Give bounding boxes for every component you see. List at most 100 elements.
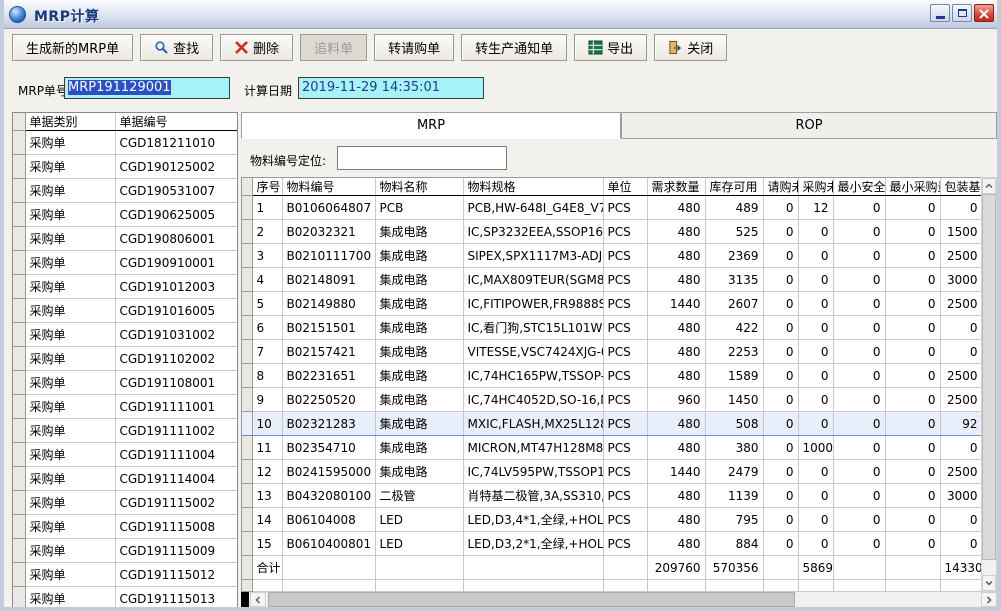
material-row[interactable]: 6B02151501集成电路IC,看门狗,STC15L101WPCS480422… [242, 316, 981, 340]
document-row[interactable]: 采购单CGD191016005 [13, 299, 238, 323]
mrp-col-header[interactable]: 物料名称 [375, 178, 463, 196]
mrp-cell: 0 [833, 412, 885, 436]
doc-no-header[interactable]: 单据编号 [115, 113, 238, 131]
maximize-button[interactable] [952, 4, 972, 22]
mrp-cell: B0106064807 [282, 196, 375, 220]
material-row[interactable]: 7B02157421集成电路VITESSE,VSC7424XJG-02,PCS4… [242, 340, 981, 364]
mrp-col-header[interactable]: 需求数量 [647, 178, 705, 196]
document-grid-body: 采购单CGD181211010采购单CGD190125002采购单CGD1905… [13, 131, 238, 609]
mrp-cell: 480 [647, 412, 705, 436]
mrp-cell: 489 [705, 196, 763, 220]
mrp-cell: B02157421 [282, 340, 375, 364]
find-button[interactable]: 查找 [140, 34, 213, 61]
material-row[interactable]: 2B02032321集成电路IC,SP3232EEA,SSOP16,3.(PCS… [242, 220, 981, 244]
mrp-cell: 508 [705, 412, 763, 436]
scroll-up-button[interactable] [982, 178, 996, 194]
mrp-cell: 0 [833, 460, 885, 484]
row-indicator [242, 484, 252, 508]
document-row[interactable]: 采购单CGD190910001 [13, 251, 238, 275]
mrp-col-header[interactable]: 序号 [252, 178, 282, 196]
mrp-col-header[interactable]: 请购未到 [763, 178, 798, 196]
mrp-no-input[interactable]: MRP191129001 [64, 77, 230, 99]
mrp-col-header[interactable]: 单位 [603, 178, 647, 196]
row-indicator-header [13, 113, 25, 131]
material-row[interactable]: 5B02149880集成电路IC,FITIPOWER,FR9888SP(PCS1… [242, 292, 981, 316]
vertical-scrollbar[interactable] [981, 177, 997, 592]
create-new-mrp-button[interactable]: 生成新的MRP单 [12, 34, 133, 61]
tab-rop[interactable]: ROP [621, 112, 997, 139]
document-row[interactable]: 采购单CGD191031002 [13, 323, 238, 347]
mrp-cell: 0 [798, 412, 833, 436]
material-row[interactable]: 13B0432080100二极管肖特基二极管,3A,SS310,SMPCS480… [242, 484, 981, 508]
close-button[interactable]: 关闭 [654, 34, 727, 61]
doc-type-cell: 采购单 [25, 251, 115, 275]
document-list-panel: 单据类别 单据编号 采购单CGD181211010采购单CGD190125002… [12, 112, 238, 608]
mrp-cell: 3000 [940, 268, 981, 292]
document-row[interactable]: 采购单CGD191111004 [13, 443, 238, 467]
minimize-button[interactable] [930, 4, 950, 22]
total-row[interactable]: 合计209760570356586914330 [242, 556, 981, 580]
material-row[interactable]: 11B02354710集成电路MICRON,MT47H128M8CF-PCS48… [242, 436, 981, 460]
document-row[interactable]: 采购单CGD191102002 [13, 347, 238, 371]
document-row[interactable]: 采购单CGD190806001 [13, 227, 238, 251]
mrp-col-header[interactable]: 最小采购量 [885, 178, 940, 196]
document-row[interactable]: 采购单CGD191115002 [13, 491, 238, 515]
calc-date-input[interactable]: 2019-11-29 14:35:01 [298, 77, 484, 99]
mrp-cell: 795 [705, 508, 763, 532]
document-row[interactable]: 采购单CGD191108001 [13, 371, 238, 395]
material-row[interactable]: 4B02148091集成电路IC,MAX809TEUR(SGM809-PCS48… [242, 268, 981, 292]
mrp-col-header[interactable]: 采购未到 [798, 178, 833, 196]
chase-material-button[interactable]: 追料单 [300, 34, 367, 61]
to-purchase-request-button[interactable]: 转请购单 [374, 34, 454, 61]
document-row[interactable]: 采购单CGD191111002 [13, 419, 238, 443]
export-button[interactable]: 导出 [574, 34, 647, 61]
material-row[interactable]: 8B02231651集成电路IC,74HC165PW,TSSOP-16PCS48… [242, 364, 981, 388]
document-row[interactable]: 采购单CGD191115012 [13, 563, 238, 587]
mrp-cell: 2500 [940, 292, 981, 316]
document-row[interactable]: 采购单CGD190625005 [13, 203, 238, 227]
mrp-cell: 0 [763, 412, 798, 436]
material-row[interactable]: 3B0210111700集成电路SIPEX,SPX1117M3-ADJ,80PC… [242, 244, 981, 268]
mrp-col-header[interactable]: 最小安全 [833, 178, 885, 196]
document-row[interactable]: 采购单CGD191115009 [13, 539, 238, 563]
tab-mrp[interactable]: MRP [241, 112, 621, 139]
mrp-cell: 5 [252, 292, 282, 316]
empty-row[interactable] [242, 580, 981, 592]
mrp-cell: 15 [252, 532, 282, 556]
material-row[interactable]: 9B02250520集成电路IC,74HC4052D,SO-16,NXFPCS9… [242, 388, 981, 412]
material-row[interactable]: 14B06104008LEDLED,D3,4*1,全绿,+HOLD,DPCS48… [242, 508, 981, 532]
document-row[interactable]: 采购单CGD190125002 [13, 155, 238, 179]
mrp-cell [463, 556, 603, 580]
row-indicator [242, 220, 252, 244]
doc-type-cell: 采购单 [25, 131, 115, 155]
document-row[interactable]: 采购单CGD190531007 [13, 179, 238, 203]
material-row[interactable]: 15B0610400801LEDLED,D3,2*1,全绿,+HOLD,DPCS… [242, 532, 981, 556]
material-row[interactable]: 12B0241595000集成电路IC,74LV595PW,TSSOP16/7P… [242, 460, 981, 484]
scroll-left-button[interactable] [250, 592, 266, 607]
to-production-notice-button[interactable]: 转生产通知单 [461, 34, 567, 61]
scroll-right-button[interactable] [981, 592, 997, 607]
document-row[interactable]: 采购单CGD191012003 [13, 275, 238, 299]
delete-button[interactable]: 删除 [220, 34, 293, 61]
doc-type-header[interactable]: 单据类别 [25, 113, 115, 131]
document-row[interactable]: 采购单CGD181211010 [13, 131, 238, 155]
calc-date-label: 计算日期 [244, 82, 292, 99]
scroll-down-button[interactable] [982, 575, 996, 591]
material-row[interactable]: 1B0106064807PCBPCB,HW-648I_G4E8_V7_2PCS4… [242, 196, 981, 220]
material-locator-input[interactable] [337, 146, 507, 170]
document-row[interactable]: 采购单CGD191111001 [13, 395, 238, 419]
scrollbar-grip[interactable] [241, 592, 249, 607]
document-row[interactable]: 采购单CGD191114004 [13, 467, 238, 491]
horizontal-scrollbar[interactable] [241, 592, 997, 607]
vertical-scrollbar-thumb[interactable] [982, 194, 996, 560]
material-row[interactable]: 10B02321283集成电路MXIC,FLASH,MX25L12835FPCS… [242, 412, 981, 436]
mrp-col-header[interactable]: 物料编号 [282, 178, 375, 196]
mrp-col-header[interactable]: 库存可用 [705, 178, 763, 196]
close-button[interactable] [974, 4, 994, 22]
document-row[interactable]: 采购单CGD191115013 [13, 587, 238, 609]
horizontal-scrollbar-thumb[interactable] [268, 592, 795, 607]
document-row[interactable]: 采购单CGD191115008 [13, 515, 238, 539]
mrp-col-header[interactable]: 包装基数 [940, 178, 981, 196]
mrp-cell: IC,SP3232EEA,SSOP16,3.( [463, 220, 603, 244]
mrp-col-header[interactable]: 物料规格 [463, 178, 603, 196]
